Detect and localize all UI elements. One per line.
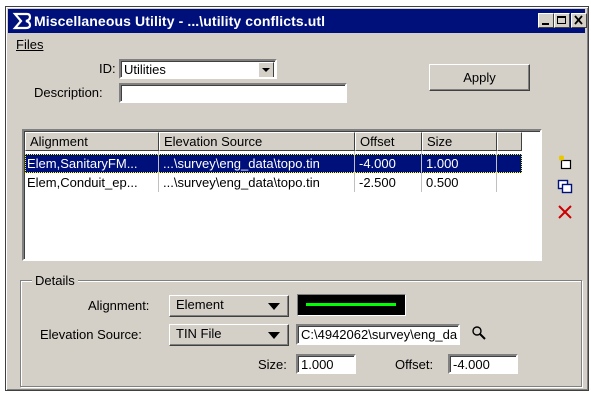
maximize-button[interactable] <box>554 13 570 28</box>
description-input[interactable] <box>119 83 347 103</box>
minimize-button[interactable] <box>538 13 554 28</box>
chevron-down-icon[interactable] <box>258 62 274 77</box>
cell-alignment: Elem,Conduit_ep... <box>27 175 138 190</box>
elevation-source-value: TIN File <box>176 326 222 341</box>
table-row[interactable]: Elem,Conduit_ep... ...\survey\eng_data\t… <box>25 173 522 192</box>
id-label: ID: <box>99 61 116 76</box>
window-title: Miscellaneous Utility - ...\utility conf… <box>34 13 326 29</box>
column-divider <box>158 151 159 192</box>
maximize-icon <box>557 16 566 24</box>
column-header-filler <box>497 132 522 151</box>
cell-elevation-source: ...\survey\eng_data\topo.tin <box>163 175 320 190</box>
apply-label: Apply <box>463 70 496 85</box>
size-input[interactable]: 1.000 <box>296 354 356 374</box>
table-row[interactable]: Elem,SanitaryFM... ...\survey\eng_data\t… <box>25 154 522 173</box>
line-sample <box>306 303 396 306</box>
offset-label: Offset: <box>395 357 434 372</box>
minimize-icon <box>542 23 549 25</box>
column-divider <box>496 151 497 192</box>
column-divider <box>354 151 355 192</box>
column-header-alignment[interactable]: Alignment <box>25 132 159 151</box>
column-divider <box>421 151 422 192</box>
column-header-label: Elevation Source <box>164 134 263 149</box>
alignment-option-button[interactable]: Element <box>169 295 289 317</box>
title-bar[interactable]: Miscellaneous Utility - ...\utility conf… <box>8 9 587 33</box>
utility-list[interactable]: Alignment Elevation Source Offset Size E… <box>22 129 542 261</box>
bentley-b-icon <box>12 12 32 30</box>
alignment-value: Element <box>176 297 224 312</box>
utility-window: Miscellaneous Utility - ...\utility conf… <box>5 6 589 391</box>
cell-size: 0.500 <box>426 175 459 190</box>
alignment-label: Alignment: <box>88 298 150 313</box>
cell-alignment: Elem,SanitaryFM... <box>27 156 138 171</box>
close-icon <box>574 15 583 25</box>
chevron-down-icon <box>268 332 280 339</box>
column-header-size[interactable]: Size <box>422 132 497 151</box>
line-symbology-swatch[interactable] <box>297 294 406 316</box>
cell-offset: -4.000 <box>359 156 396 171</box>
tin-file-path-input[interactable]: C:\4942062\survey\eng_da <box>296 324 460 345</box>
tin-file-path-value: C:\4942062\survey\eng_da <box>301 327 458 342</box>
delete-item-icon[interactable] <box>555 202 575 222</box>
menu-files-label: Files <box>16 37 44 52</box>
column-header-label: Alignment <box>30 134 88 149</box>
chevron-down-icon <box>268 303 280 310</box>
id-value: Utilities <box>124 62 166 77</box>
id-select[interactable]: Utilities <box>119 59 277 79</box>
search-icon[interactable] <box>471 325 487 341</box>
elevation-source-label: Elevation Source: <box>40 327 142 342</box>
column-header-elevation-source[interactable]: Elevation Source <box>159 132 355 151</box>
offset-input[interactable]: -4.000 <box>448 354 518 374</box>
column-header-offset[interactable]: Offset <box>355 132 422 151</box>
size-value: 1.000 <box>301 357 334 372</box>
menu-bar: Files <box>8 35 585 55</box>
elevation-source-option-button[interactable]: TIN File <box>169 324 289 346</box>
copy-item-icon[interactable] <box>555 176 575 196</box>
add-item-icon[interactable] <box>555 152 575 172</box>
column-header-label: Size <box>427 134 453 149</box>
cell-elevation-source: ...\survey\eng_data\topo.tin <box>163 156 320 171</box>
menu-files[interactable]: Files <box>16 37 43 52</box>
details-title: Details <box>32 273 78 288</box>
size-label: Size: <box>258 357 287 372</box>
description-label: Description: <box>34 85 103 100</box>
column-header-label: Offset <box>360 134 395 149</box>
cell-size: 1.000 <box>426 156 459 171</box>
apply-button[interactable]: Apply <box>429 64 530 91</box>
cell-offset: -2.500 <box>359 175 396 190</box>
close-button[interactable] <box>571 13 587 28</box>
offset-value: -4.000 <box>453 357 490 372</box>
